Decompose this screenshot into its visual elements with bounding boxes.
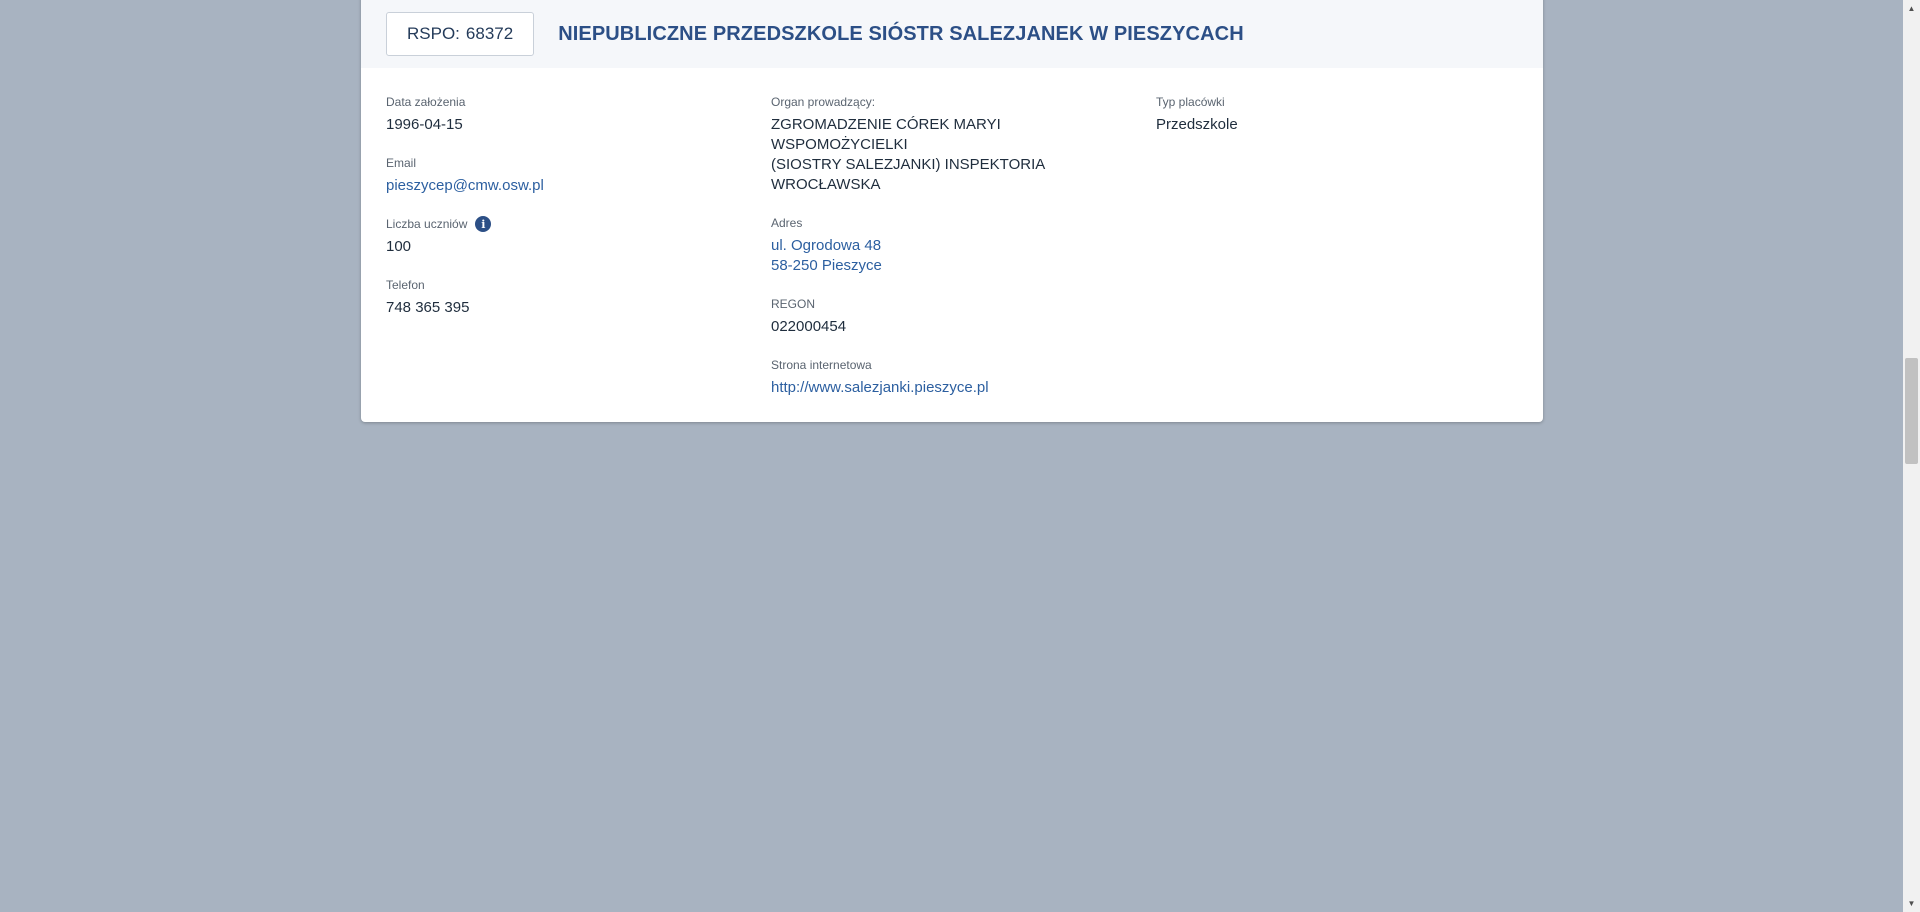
scroll-thumb[interactable] [1905,358,1918,464]
phone-label: Telefon [386,278,425,292]
address-label: Adres [771,216,803,230]
email-field: Email pieszycep@cmw.osw.pl [386,155,746,196]
school-title: NIEPUBLICZNE PRZEDSZKOLE SIÓSTR SALEZJAN… [558,22,1244,45]
phone-value: 748 365 395 [386,299,470,316]
students-label: Liczba uczniów [386,217,468,231]
details-column-1: Data założenia 1996-04-15 Email pieszyce… [386,94,746,338]
founded-value: 1996-04-15 [386,116,463,133]
type-field: Typ placówki Przedszkole [1156,94,1516,135]
info-icon[interactable]: i [475,216,492,232]
school-card: RSPO: 68372 NIEPUBLICZNE PRZEDSZKOLE SIÓ… [361,0,1543,422]
regon-value: 022000454 [771,318,847,335]
address-field: Adres ul. Ogrodowa 48 58-250 Pieszyce [771,215,1131,276]
website-field: Strona internetowa http://www.salezjanki… [771,357,1131,398]
details-column-2: Organ prowadzący: ZGROMADZENIE CÓREK MAR… [771,94,1131,418]
organ-value-line-2: (SIOSTRY SALEZJANKI) INSPEKTORIA [771,156,1046,173]
organ-label: Organ prowadzący: [771,95,876,109]
scroll-down-arrow-icon[interactable]: ▼ [1903,895,1920,912]
students-field: Liczba uczniów i 100 [386,216,746,257]
regon-field: REGON 022000454 [771,296,1131,337]
type-label: Typ placówki [1156,95,1225,109]
organ-field: Organ prowadzący: ZGROMADZENIE CÓREK MAR… [771,94,1131,195]
rspo-badge: RSPO: 68372 [386,12,535,56]
phone-field: Telefon 748 365 395 [386,277,746,318]
address-line-2[interactable]: 58-250 Pieszyce [771,256,1131,276]
website-label: Strona internetowa [771,358,872,372]
details-column-3: Typ placówki Przedszkole [1156,94,1516,155]
email-label: Email [386,156,417,170]
founded-field: Data założenia 1996-04-15 [386,94,746,135]
rspo-label: RSPO: [407,24,460,43]
regon-label: REGON [771,297,816,311]
rspo-number: 68372 [465,24,514,43]
scroll-up-arrow-icon[interactable]: ▲ [1903,0,1920,17]
organ-value-line-1: ZGROMADZENIE CÓREK MARYI WSPOMOŻYCIELKI [771,116,1001,153]
vertical-scrollbar[interactable]: ▲ ▼ [1903,0,1920,912]
organ-value-line-3: WROCŁAWSKA [771,176,881,193]
address-line-1[interactable]: ul. Ogrodowa 48 [771,236,1131,256]
email-link[interactable]: pieszycep@cmw.osw.pl [386,176,746,196]
students-label-row: Liczba uczniów i [386,216,746,232]
type-value: Przedszkole [1156,116,1238,133]
page-viewport: RSPO: 68372 NIEPUBLICZNE PRZEDSZKOLE SIÓ… [0,0,1920,912]
founded-label: Data założenia [386,95,466,109]
students-value: 100 [386,238,412,255]
card-header: RSPO: 68372 NIEPUBLICZNE PRZEDSZKOLE SIÓ… [361,0,1543,68]
website-link[interactable]: http://www.salezjanki.pieszyce.pl [771,378,1131,398]
